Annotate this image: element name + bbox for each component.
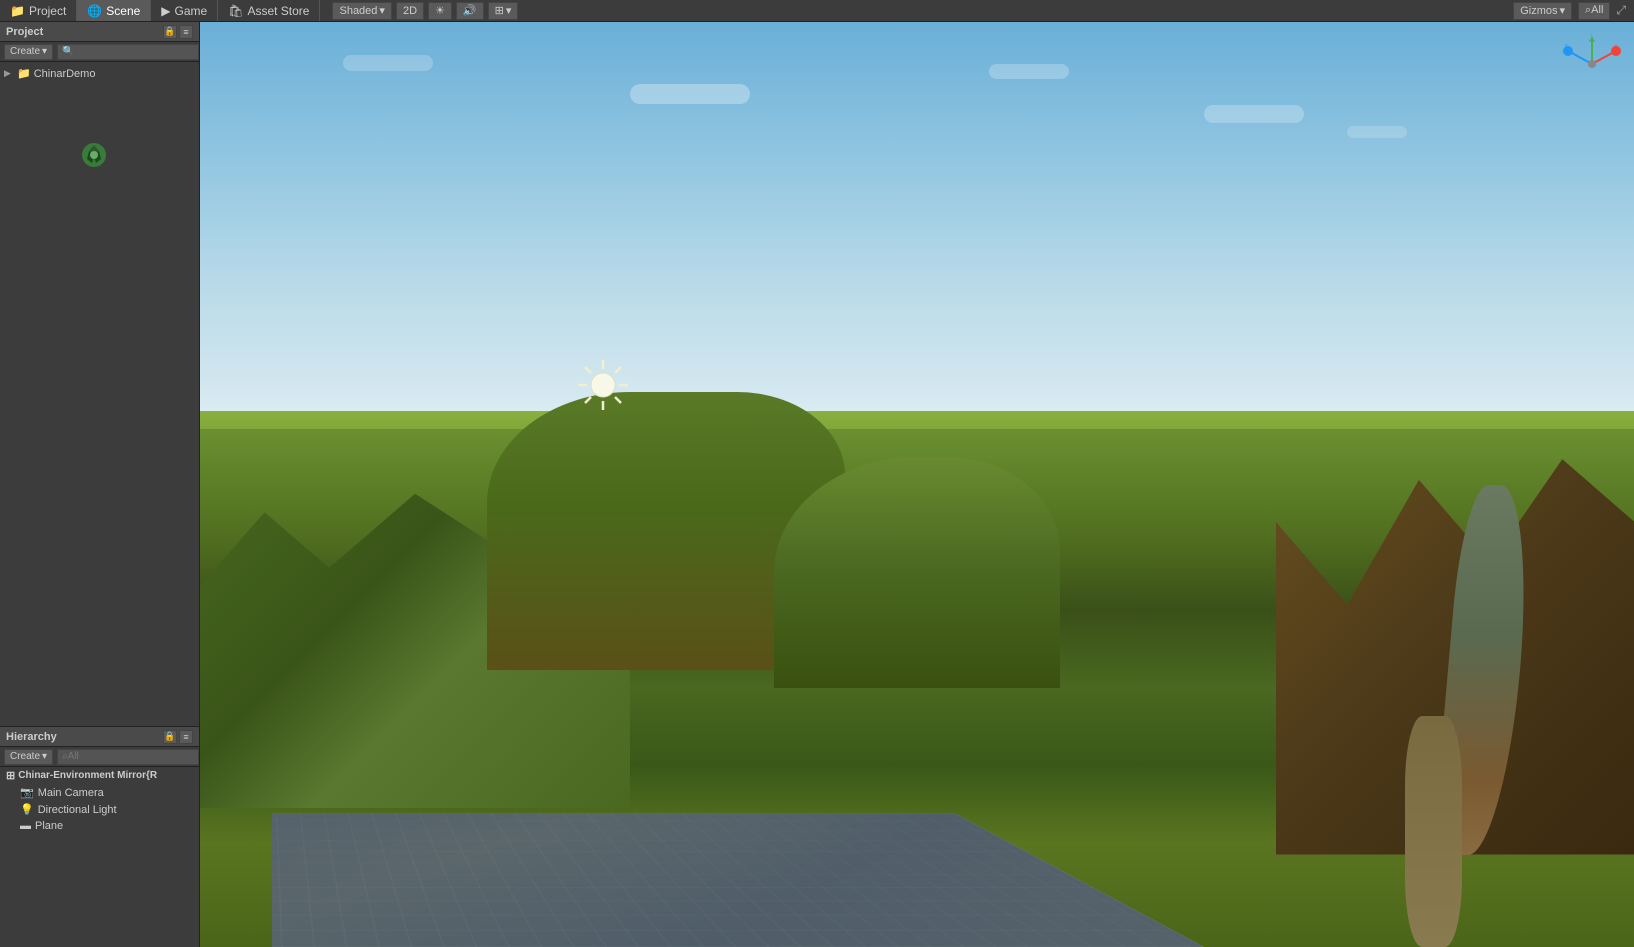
2d-label: 2D (403, 5, 417, 17)
panel-menu-button[interactable]: ≡ (179, 25, 193, 39)
reflective-plane-container (272, 392, 1491, 947)
asset-store-icon: 🛍 (228, 4, 243, 18)
hierarchy-create-label: Create (10, 751, 40, 762)
audio-icon: 🔊 (463, 4, 477, 17)
hierarchy-plane-label: Plane (35, 820, 63, 832)
tab-scene-label: Scene (106, 4, 140, 18)
tab-game-label: Game (175, 4, 208, 18)
tab-asset-store-label: Asset Store (247, 4, 309, 18)
gizmo-svg: Y X Z (1562, 34, 1622, 94)
all-filter-button[interactable]: ⌕All (1578, 2, 1610, 20)
sun-svg (573, 355, 633, 415)
project-content: ▶ 📁 ChinarDemo (0, 62, 199, 726)
scene-view[interactable]: Y X Z (200, 22, 1634, 947)
project-icon: 📁 (10, 4, 25, 18)
svg-text:Y: Y (1589, 34, 1593, 38)
project-panel: Project 🔒 ≡ Create ▾ ◀ ▶ ▶ 📁 C (0, 22, 199, 727)
lighting-button[interactable]: ☀ (428, 2, 452, 20)
camera-icon: 📷 (20, 786, 34, 799)
top-tab-bar: 📁 Project 🌐 Scene ▶ Game 🛍 Asset Store S… (0, 0, 1634, 22)
tab-game[interactable]: ▶ Game (151, 0, 218, 21)
scene-gizmo-navigator[interactable]: Y X Z (1562, 34, 1622, 94)
project-tree-item-chinar[interactable]: ▶ 📁 ChinarDemo (4, 66, 195, 81)
sun-gizmo (573, 355, 633, 415)
tab-scene[interactable]: 🌐 Scene (77, 0, 151, 21)
plane-icon: ▬ (20, 820, 31, 832)
project-empty-area (4, 81, 195, 281)
project-item-label: ChinarDemo (34, 68, 96, 80)
fx-icon: ⊞ (495, 4, 504, 17)
create-chevron-icon: ▾ (42, 46, 47, 57)
cloud-2 (989, 64, 1069, 79)
hierarchy-panel-controls: 🔒 ≡ (163, 730, 193, 744)
chevron-fx-icon: ▾ (506, 4, 512, 17)
tab-asset-store[interactable]: 🛍 Asset Store (218, 0, 320, 21)
project-panel-header: Project 🔒 ≡ (0, 22, 199, 42)
cloud-1 (630, 84, 750, 104)
gizmos-button[interactable]: Gizmos ▾ (1513, 2, 1572, 20)
hierarchy-item-directional-light[interactable]: 💡 Directional Light (0, 801, 199, 818)
gizmos-label: Gizmos (1520, 5, 1557, 17)
sun-small-icon: ☀ (435, 4, 445, 17)
folder-icon: 📁 (17, 67, 31, 80)
scene-content: Y X Z (200, 22, 1634, 947)
chevron-down-icon: ▾ (379, 4, 385, 17)
chevron-gizmos-icon: ▾ (1559, 4, 1565, 17)
game-icon: ▶ (161, 4, 170, 18)
tab-project-label: Project (29, 4, 66, 18)
maximize-icon: ⤢ (1616, 3, 1626, 18)
hierarchy-toolbar: Create ▾ (0, 747, 199, 767)
hierarchy-lock-button[interactable]: 🔒 (163, 730, 177, 744)
svg-text:Z: Z (1564, 45, 1568, 51)
project-search-input[interactable] (57, 44, 199, 60)
light-icon: 💡 (20, 803, 34, 816)
scene-icon: 🌐 (87, 4, 102, 18)
hierarchy-panel: Hierarchy 🔒 ≡ Create ▾ ⊞ Chinar-Environm… (0, 727, 199, 947)
all-filter-label: ⌕All (1585, 4, 1603, 17)
hierarchy-menu-button[interactable]: ≡ (179, 730, 193, 744)
scene-root-icon: ⊞ (6, 769, 15, 782)
plane-grid (272, 813, 1306, 947)
hierarchy-content: ⊞ Chinar-Environment Mirror{R 📷 Main Cam… (0, 767, 199, 947)
hierarchy-directional-light-label: Directional Light (38, 804, 117, 816)
hierarchy-item-plane[interactable]: ▬ Plane (0, 818, 199, 834)
hierarchy-create-chevron-icon: ▾ (42, 751, 47, 762)
project-panel-controls: 🔒 ≡ (163, 25, 193, 39)
hierarchy-create-button[interactable]: Create ▾ (4, 749, 53, 765)
tree-arrow-icon: ▶ (4, 68, 14, 79)
project-create-label: Create (10, 46, 40, 57)
reflective-plane (272, 813, 1308, 947)
cloud-4 (343, 55, 433, 71)
main-layout: Project 🔒 ≡ Create ▾ ◀ ▶ ▶ 📁 C (0, 22, 1634, 947)
shading-mode-button[interactable]: Shaded ▾ (332, 2, 391, 20)
hierarchy-main-camera-label: Main Camera (38, 787, 104, 799)
shading-mode-label: Shaded (339, 5, 377, 17)
project-toolbar: Create ▾ ◀ ▶ (0, 42, 199, 62)
hierarchy-panel-header: Hierarchy 🔒 ≡ (0, 727, 199, 747)
cloud-3 (1204, 105, 1304, 123)
cloud-5 (1347, 126, 1407, 138)
unity-logo (74, 141, 114, 181)
hierarchy-scene-name: Chinar-Environment Mirror{R (18, 770, 157, 781)
project-panel-title: Project (6, 26, 43, 38)
hierarchy-panel-title: Hierarchy (6, 731, 57, 743)
sky-layer (200, 22, 1634, 438)
fx-button[interactable]: ⊞ ▾ (488, 2, 519, 20)
panel-lock-button[interactable]: 🔒 (163, 25, 177, 39)
hierarchy-search-input[interactable] (57, 749, 199, 765)
left-panel: Project 🔒 ≡ Create ▾ ◀ ▶ ▶ 📁 C (0, 22, 200, 947)
hierarchy-scene-root[interactable]: ⊞ Chinar-Environment Mirror{R (0, 767, 199, 784)
hierarchy-item-main-camera[interactable]: 📷 Main Camera (0, 784, 199, 801)
2d-mode-button[interactable]: 2D (396, 2, 424, 20)
project-create-button[interactable]: Create ▾ (4, 44, 53, 60)
audio-button[interactable]: 🔊 (456, 2, 484, 20)
tab-project[interactable]: 📁 Project (0, 0, 77, 21)
svg-text:X: X (1614, 45, 1618, 51)
